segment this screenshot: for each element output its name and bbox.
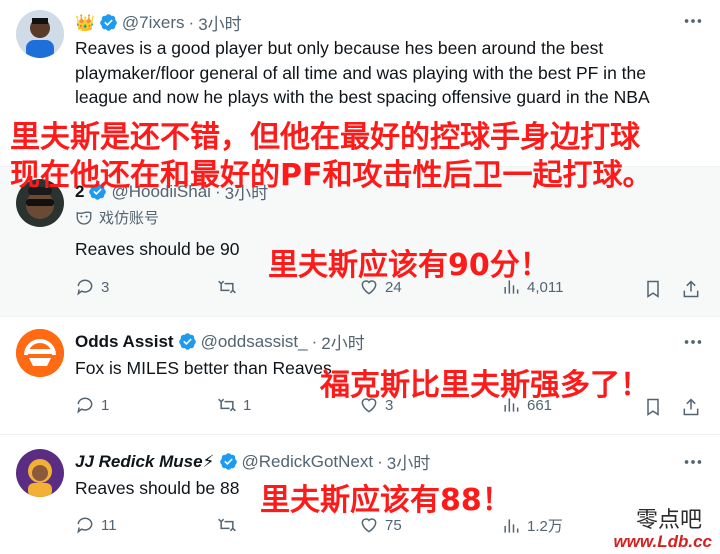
reply-count: 3 (101, 278, 110, 296)
separator-dot: · (311, 331, 318, 351)
reply-count: 11 (101, 516, 117, 534)
verified-badge-icon (100, 14, 117, 31)
more-options-icon[interactable] (682, 331, 704, 353)
repost-button[interactable] (217, 277, 243, 297)
tweet-header: 👑 @7ixers · 3小时 (75, 10, 242, 35)
tweet-header: JJ Redick Muse⚡ @RedickGotNext · 3小时 (75, 449, 430, 474)
watermark-url: www.Ldb.cc (613, 532, 712, 551)
user-handle[interactable]: @7ixers (122, 13, 185, 33)
repost-icon (218, 280, 236, 294)
watermark: 零点吧 www.Ldb.cc (586, 502, 716, 552)
separator-dot: · (377, 451, 383, 471)
mask-icon (76, 211, 92, 225)
reply-button[interactable]: 1 (75, 395, 109, 415)
avatar[interactable] (16, 449, 64, 497)
avatar[interactable] (16, 10, 64, 58)
more-options-icon[interactable] (682, 10, 704, 32)
repost-button[interactable]: 1 (217, 395, 251, 415)
reply-button[interactable]: 11 (75, 515, 117, 535)
repost-button[interactable] (217, 515, 243, 535)
verified-badge-icon (178, 333, 196, 350)
display-name[interactable]: JJ Redick Muse⚡ (75, 452, 215, 472)
parody-label-text: 戏仿账号 (99, 210, 160, 227)
caption-overlay-1b: 现在他还在和最好的PF和攻击性后卫一起打球。 (10, 158, 653, 193)
more-options-icon[interactable] (682, 451, 704, 473)
reply-count: 1 (101, 396, 110, 414)
caption-overlay-2: 里夫斯应该有90分！ (268, 248, 550, 283)
timestamp[interactable]: 3小时 (387, 449, 430, 474)
reply-button[interactable]: 3 (75, 277, 109, 297)
avatar[interactable] (16, 329, 64, 377)
caption-overlay-4: 里夫斯应该有88！ (260, 483, 512, 518)
share-icon[interactable] (681, 397, 701, 417)
view-count: 1.2万 (527, 518, 563, 535)
separator-dot: · (188, 12, 195, 32)
verified-badge-icon (219, 453, 237, 470)
watermark-title: 零点吧 (635, 508, 702, 533)
like-count: 75 (385, 516, 402, 534)
tweet-text: Reaves is a good player but only because… (75, 38, 650, 107)
user-handle[interactable]: @RedickGotNext (242, 452, 374, 472)
tweet-header: Odds Assist @oddsassist_ · 2小时 (75, 329, 365, 354)
repost-count: 1 (243, 396, 252, 414)
bookmark-icon[interactable] (643, 279, 663, 299)
reply-icon (77, 397, 93, 414)
parody-label: 戏仿账号 (75, 207, 159, 228)
caption-overlay-3: 福克斯比里夫斯强多了！ (320, 368, 650, 403)
display-name[interactable]: Odds Assist (75, 332, 174, 352)
user-handle[interactable]: @oddsassist_ (201, 332, 308, 352)
share-icon[interactable] (681, 279, 701, 299)
reply-icon (77, 517, 93, 534)
timestamp[interactable]: 3小时 (198, 10, 241, 35)
crown-icon: 👑 (75, 14, 95, 32)
reply-icon (77, 279, 93, 296)
timestamp[interactable]: 2小时 (321, 329, 364, 354)
repost-icon (218, 398, 236, 412)
repost-icon (218, 518, 236, 532)
